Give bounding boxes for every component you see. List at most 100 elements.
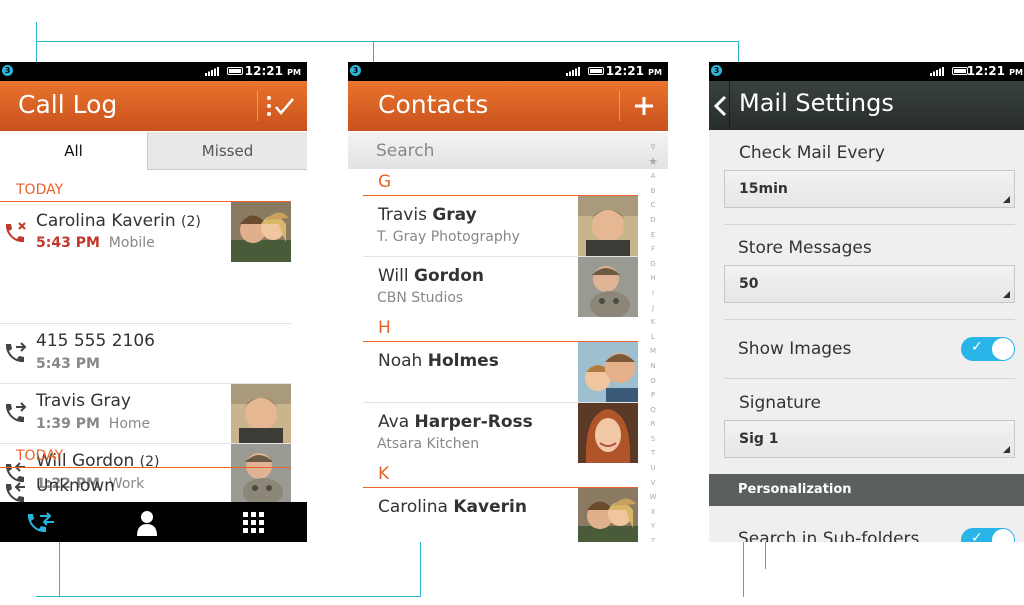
battery-icon xyxy=(227,67,243,75)
alphabet-letter[interactable]: E xyxy=(648,228,658,243)
notification-icon: 3 xyxy=(350,65,361,76)
outgoing-call-icon xyxy=(5,402,27,423)
back-icon[interactable] xyxy=(713,95,727,117)
contact-row[interactable]: Will Gordon CBN Studios xyxy=(363,257,638,317)
contact-row[interactable]: Carolina Kaverin xyxy=(363,488,638,542)
alphabet-letter[interactable]: D xyxy=(648,213,658,228)
alphabet-letter[interactable]: H xyxy=(648,271,658,286)
avatar xyxy=(578,403,638,463)
contact-org: CBN Studios xyxy=(377,290,464,306)
call-log-row[interactable]: Travis Gray 1:39 PM Home xyxy=(0,384,291,444)
alphabet-letter[interactable]: J xyxy=(648,301,658,316)
store-messages-label: Store Messages xyxy=(738,238,872,258)
row-divider xyxy=(724,378,1015,379)
search-input[interactable]: Search xyxy=(376,141,434,161)
contact-row[interactable]: Noah Holmes xyxy=(363,342,638,402)
missed-call-icon xyxy=(5,222,26,243)
alphabet-letter[interactable]: Q xyxy=(648,403,658,418)
call-log-row[interactable]: Unknown xyxy=(0,468,291,503)
section-header: TODAY xyxy=(16,448,64,464)
alphabet-letter[interactable]: P xyxy=(648,388,658,403)
status-bar: 3 12:21 PM xyxy=(0,62,307,81)
signature-label: Signature xyxy=(739,393,822,413)
alphabet-letter[interactable]: B xyxy=(648,184,658,199)
page-title: Call Log xyxy=(18,90,118,119)
tab-all[interactable]: All xyxy=(0,132,147,171)
alphabet-letter[interactable]: X xyxy=(648,505,658,520)
contact-name: Travis Gray xyxy=(36,391,131,411)
alphabet-letter[interactable]: R xyxy=(648,417,658,432)
page-title: Contacts xyxy=(378,90,489,119)
contact-name: Carolina Kaverin (2) xyxy=(36,211,201,231)
row-divider xyxy=(724,319,1015,320)
keypad-tab-icon[interactable] xyxy=(243,512,265,534)
call-log-tab-icon[interactable] xyxy=(24,510,56,536)
toggle-knob xyxy=(992,338,1014,360)
search-subfolders-toggle[interactable]: ✓ xyxy=(961,528,1015,542)
alphabet-letter[interactable]: F xyxy=(648,242,658,257)
contact-name: Ava Harper-Ross xyxy=(378,412,533,432)
contacts-tab-icon[interactable] xyxy=(136,510,158,536)
avatar xyxy=(231,202,291,262)
avatar xyxy=(231,384,291,444)
alphabet-letter[interactable]: K xyxy=(648,315,658,330)
store-messages-select[interactable]: 50 xyxy=(724,265,1015,303)
mail-settings-screen: 3 12:21 PM Mail Settings Check Mail Ever… xyxy=(709,62,1024,542)
contact-org: Atsara Kitchen xyxy=(377,436,480,452)
status-bar: 3 12:21 PM xyxy=(709,62,1024,81)
row-divider xyxy=(724,224,1015,225)
alphabet-letter[interactable]: N xyxy=(648,359,658,374)
alphabet-letter[interactable]: V xyxy=(648,476,658,491)
alphabet-letter[interactable]: M xyxy=(648,344,658,359)
edit-select-icon[interactable] xyxy=(266,94,296,118)
status-time: 12:21 PM xyxy=(966,64,1023,78)
contact-row[interactable]: Ava Harper-Ross Atsara Kitchen xyxy=(363,403,638,463)
avatar xyxy=(578,488,638,542)
alphabet-letter[interactable]: Z xyxy=(648,534,658,542)
status-time: 12:21 PM xyxy=(244,64,301,78)
call-log-row[interactable]: Carolina Kaverin (2) 5:43 PM Mobile xyxy=(0,202,291,262)
alphabet-letter[interactable]: A xyxy=(648,169,658,184)
bottom-nav xyxy=(0,502,307,542)
alphabet-letter[interactable]: O xyxy=(648,374,658,389)
call-detail: 1:39 PM Home xyxy=(36,416,151,432)
alphabet-letter[interactable]: C xyxy=(648,198,658,213)
alphabet-letter[interactable]: W xyxy=(648,490,658,505)
group-letter: H xyxy=(378,318,391,338)
signature-select[interactable]: Sig 1 xyxy=(724,420,1015,458)
alphabet-letter[interactable]: Y xyxy=(648,519,658,534)
show-images-label: Show Images xyxy=(738,339,852,359)
show-images-toggle[interactable]: ✓ xyxy=(961,337,1015,361)
contact-row[interactable]: Travis Gray T. Gray Photography xyxy=(363,196,638,256)
section-header: TODAY xyxy=(16,182,64,198)
check-mail-select[interactable]: 15min xyxy=(724,170,1015,208)
search-subfolders-label: Search in Sub-folders xyxy=(738,529,920,542)
alphabet-letter[interactable]: I xyxy=(648,286,658,301)
avatar xyxy=(578,257,638,317)
contact-name: Noah Holmes xyxy=(378,351,499,371)
contact-name: Carolina Kaverin xyxy=(378,497,527,517)
group-letter: K xyxy=(378,464,390,484)
app-header: Contacts xyxy=(348,81,668,131)
header-divider xyxy=(257,91,258,121)
call-log-row[interactable]: 415 555 2106 5:43 PM xyxy=(0,324,291,383)
alphabet-index[interactable]: ⚲ ★ ABCDEFGHIJKLMNOPQRSTUVWXYZ xyxy=(648,140,658,542)
alphabet-letter[interactable]: L xyxy=(648,330,658,345)
alphabet-letter[interactable]: G xyxy=(648,257,658,272)
alphabet-letter[interactable]: U xyxy=(648,461,658,476)
toggle-knob xyxy=(992,529,1014,542)
star-icon[interactable]: ★ xyxy=(648,155,658,170)
add-contact-icon[interactable] xyxy=(634,96,654,116)
search-bar[interactable]: Search xyxy=(348,132,668,169)
check-icon: ✓ xyxy=(971,530,983,542)
header-divider xyxy=(729,81,730,130)
search-icon[interactable]: ⚲ xyxy=(648,140,658,155)
signal-icon xyxy=(566,67,580,76)
alphabet-letter[interactable]: S xyxy=(648,432,658,447)
alphabet-letter[interactable]: T xyxy=(648,446,658,461)
tab-missed[interactable]: Missed xyxy=(147,132,307,170)
avatar xyxy=(578,342,638,402)
call-detail: 5:43 PM Mobile xyxy=(36,235,155,251)
contact-name: Will Gordon xyxy=(378,266,484,286)
contact-name: Unknown xyxy=(36,476,115,496)
